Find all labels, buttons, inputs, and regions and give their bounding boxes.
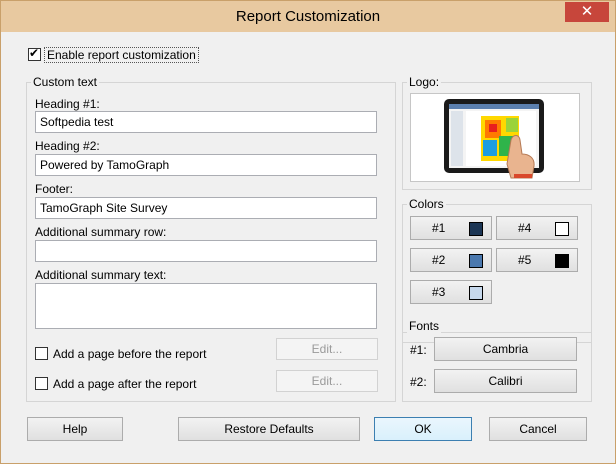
page-after-label: Add a page after the report [53,377,197,391]
heading2-label: Heading #2: [35,139,100,153]
footer-label: Footer: [35,182,74,196]
logo-group-label: Logo: [407,75,442,89]
enable-customization-label[interactable]: Enable report customization [44,47,199,63]
summary-text-area[interactable] [35,283,377,329]
logo-preview[interactable] [410,93,580,182]
heading1-label: Heading #1: [35,97,100,111]
heading2-input[interactable]: Powered by TamoGraph [35,154,377,176]
custom-text-group-label: Custom text [31,75,100,89]
page-after-edit-button[interactable]: Edit... [276,370,378,392]
title-bar: Report Customization ✕ [1,1,615,32]
summary-row-input[interactable] [35,240,377,262]
help-button[interactable]: Help [27,417,123,441]
fonts-group-label: Fonts [407,319,442,333]
heading1-input[interactable]: Softpedia test [35,111,377,133]
color-1-label: #1 [432,221,446,235]
color-5-swatch [555,254,569,268]
summary-row-label: Additional summary row: [35,225,167,239]
close-button[interactable]: ✕ [565,2,609,22]
color-2-swatch [469,254,483,268]
color-3-label: #3 [432,285,446,299]
summary-text-label: Additional summary text: [35,268,167,282]
color-2-label: #2 [432,253,446,267]
color-5-button[interactable]: #5 [496,248,578,272]
window-title: Report Customization [235,8,381,25]
font-2-button[interactable]: Calibri [434,369,577,393]
close-icon: ✕ [580,3,594,20]
color-1-swatch [469,222,483,236]
color-5-label: #5 [518,253,532,267]
footer-input[interactable]: TamoGraph Site Survey [35,197,377,219]
font-1-label: #1: [410,343,427,357]
page-before-checkbox[interactable] [35,347,48,360]
colors-group-label: Colors [407,197,446,211]
font-1-button[interactable]: Cambria [434,337,577,361]
page-before-label: Add a page before the report [53,347,207,361]
color-3-swatch [469,286,483,300]
color-4-label: #4 [518,221,532,235]
page-before-edit-button[interactable]: Edit... [276,338,378,360]
dialog-window: Report Customization ✕ Enable report cus… [0,0,616,464]
color-4-button[interactable]: #4 [496,216,578,240]
page-after-checkbox[interactable] [35,377,48,390]
color-4-swatch [555,222,569,236]
color-3-button[interactable]: #3 [410,280,492,304]
dialog-content: Enable report customization Custom text … [9,32,607,455]
ok-button[interactable]: OK [374,417,472,441]
cancel-button[interactable]: Cancel [489,417,587,441]
color-2-button[interactable]: #2 [410,248,492,272]
enable-customization-checkbox[interactable] [28,46,41,61]
color-1-button[interactable]: #1 [410,216,492,240]
tablet-logo-image [444,99,544,179]
restore-defaults-button[interactable]: Restore Defaults [178,417,360,441]
font-2-label: #2: [410,375,427,389]
